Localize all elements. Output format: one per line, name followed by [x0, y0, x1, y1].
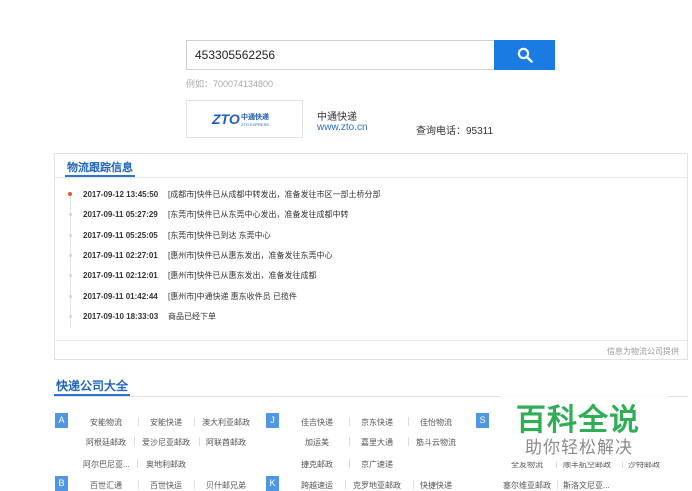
courier-link[interactable]: 克罗地亚邮政 [353, 480, 401, 491]
separator [137, 459, 138, 468]
separator [138, 417, 139, 426]
courier-link[interactable]: 筋斗云物流 [416, 437, 456, 448]
tracking-footer-divider [55, 340, 687, 341]
event-time: 2017-09-11 05:25:05 [83, 231, 158, 240]
example-hint: 例如：700074134800 [186, 79, 274, 89]
timeline-dot [69, 234, 72, 237]
separator [408, 417, 409, 426]
company-name: 中通快递 [317, 112, 357, 123]
courier-link[interactable]: 跨越速运 [301, 480, 333, 491]
courier-link[interactable]: 京广速递 [361, 459, 393, 470]
letter-badge-k[interactable]: K [266, 476, 279, 491]
courier-link[interactable]: 佳吉快递 [301, 417, 333, 428]
courier-link[interactable]: 百世汇通 [90, 480, 122, 491]
event-desc: [东莞市]快件已到达 东莞中心 [168, 231, 271, 240]
separator [349, 459, 350, 468]
courier-link[interactable]: 塞尔维亚邮政 [503, 480, 551, 491]
directory-title: 快递公司大全 [56, 379, 129, 393]
courier-link[interactable]: 京东快递 [361, 417, 393, 428]
timeline-dot [69, 213, 72, 216]
event-desc: 商品已经下单 [168, 312, 216, 321]
courier-link[interactable]: 阿尔巴尼亚... [83, 459, 130, 470]
timeline-dot [69, 254, 72, 257]
event-desc: [成都市]快件已从成都中转发出，准备发往市区一部土桥分部 [168, 190, 381, 199]
search-icon [517, 47, 533, 63]
event-time: 2017-09-11 02:27:01 [83, 251, 158, 260]
letter-badge-s[interactable]: S [476, 413, 489, 428]
courier-link[interactable]: 百世快运 [150, 480, 182, 491]
timeline-dot-active [68, 192, 72, 196]
courier-link[interactable]: 捷克邮政 [301, 459, 333, 470]
tracking-title-underline [65, 175, 135, 177]
event-time: 2017-09-10 18:33:03 [83, 312, 159, 321]
event-time: 2017-09-11 01:42:44 [83, 292, 158, 301]
courier-link[interactable]: 佳怡物流 [420, 417, 452, 428]
courier-link[interactable]: 爱沙尼亚邮政 [142, 437, 190, 448]
event-time: 2017-09-11 05:27:29 [83, 210, 158, 219]
courier-link[interactable]: 快捷快递 [420, 480, 452, 491]
courier-link[interactable]: 贝什邮兄弟 [206, 480, 246, 491]
courier-link[interactable]: 加运美 [305, 437, 329, 448]
tracking-title: 物流跟踪信息 [67, 162, 133, 174]
watermark-subtitle: 助你轻松解决 [525, 438, 633, 458]
timeline-dot [69, 295, 72, 298]
separator [349, 417, 350, 426]
letter-badge-j[interactable]: J [266, 413, 279, 428]
letter-badge-b[interactable]: B [55, 476, 68, 491]
company-url-link[interactable]: www.zto.cn [317, 122, 368, 133]
tracking-source-note: 信息为物流公司提供 [607, 347, 679, 356]
separator [408, 437, 409, 446]
event-time: 2017-09-12 13:45:50 [83, 190, 159, 199]
logo-cn: 中通快递 [241, 112, 270, 121]
logo-mark: ZTO [211, 111, 240, 127]
event-desc: [惠州市]快件已从惠东发出，准备发往东莞中心 [168, 251, 333, 260]
separator [349, 437, 350, 446]
event-time: 2017-09-11 02:12:01 [83, 271, 158, 280]
event-desc: [东莞市]快件已从东莞中心发出，准备发往成都中转 [168, 210, 349, 219]
tracking-header: 物流跟踪信息 [55, 154, 687, 178]
company-phone: 查询电话：95311 [416, 126, 494, 137]
event-desc: [惠州市]中通快递 惠东收件员 已揽件 [168, 292, 297, 301]
zto-logo-icon: ZTO 中通快递 ZTO EXPRESS [211, 111, 270, 127]
timeline-dot [69, 315, 72, 318]
tracking-panel: 物流跟踪信息 2017-09-12 13:45:50 [成都市]快件已从成都中转… [54, 153, 688, 360]
separator [199, 437, 200, 446]
courier-link[interactable]: 斯洛文尼亚... [563, 480, 610, 491]
tracking-number-input[interactable] [186, 40, 494, 70]
logo-en: ZTO EXPRESS [241, 122, 269, 127]
courier-link[interactable]: 阿联酋邮政 [206, 437, 246, 448]
courier-link[interactable]: 安能快递 [150, 417, 182, 428]
search-button[interactable] [494, 40, 555, 70]
separator [134, 437, 135, 446]
courier-link[interactable]: 奥地利邮政 [146, 459, 186, 470]
timeline-dot [69, 274, 72, 277]
event-desc: [惠州市]快件已从惠东发出，准备发往成都 [168, 271, 317, 280]
courier-link[interactable]: 阿根廷邮政 [86, 437, 126, 448]
courier-link[interactable]: 澳大利亚邮政 [202, 417, 250, 428]
courier-link[interactable]: 嘉里大通 [361, 437, 393, 448]
separator [194, 417, 195, 426]
letter-badge-a[interactable]: A [55, 413, 68, 428]
company-logo[interactable]: ZTO 中通快递 ZTO EXPRESS [186, 100, 303, 138]
courier-link[interactable]: 安能物流 [90, 417, 122, 428]
